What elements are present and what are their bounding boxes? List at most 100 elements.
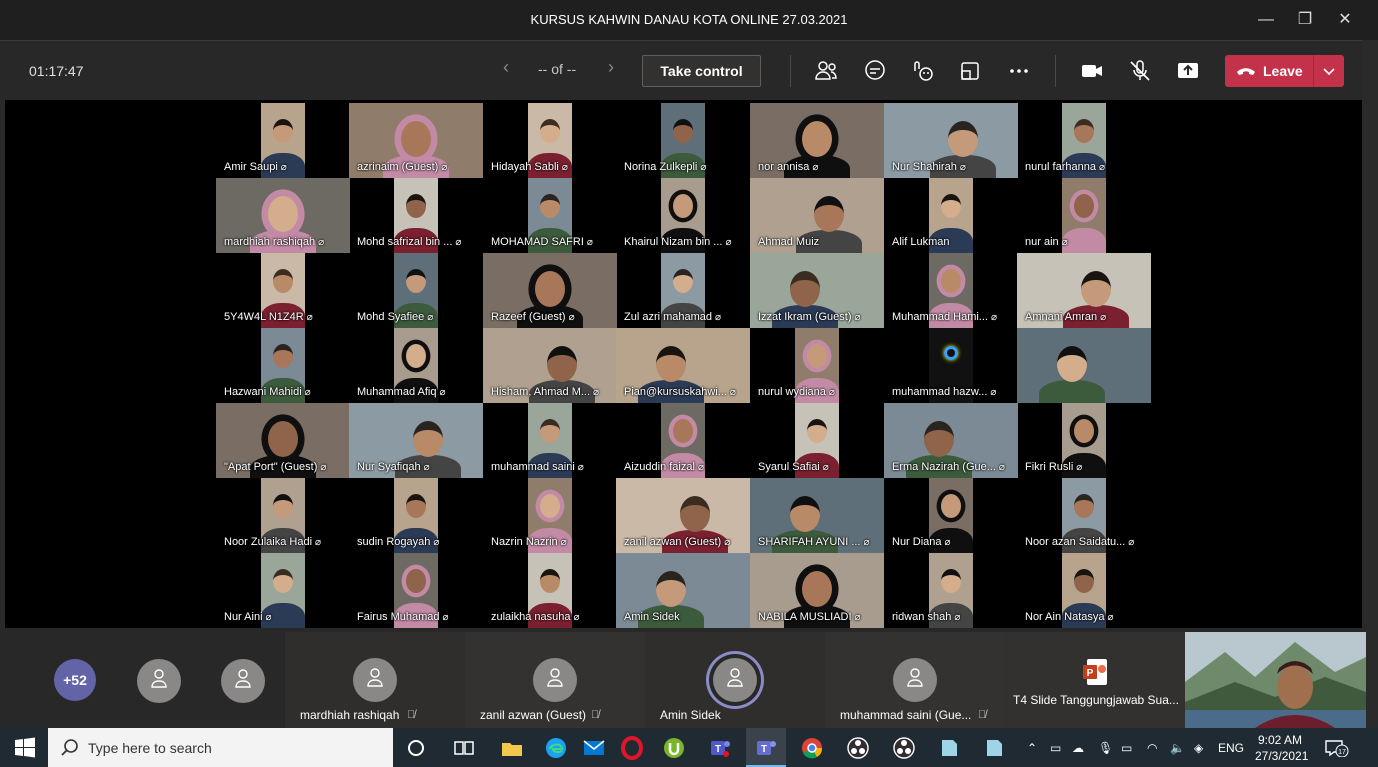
close-button[interactable]: ✕ xyxy=(1333,8,1357,32)
participant-tile[interactable]: mardhiah rashiqah 🎙̸ xyxy=(285,632,465,728)
video-tile[interactable]: Hidayah Sabli ⌀ xyxy=(483,103,617,178)
video-tile[interactable]: Nur Aini ⌀ xyxy=(216,553,350,628)
reactions-icon[interactable] xyxy=(909,57,937,85)
video-tile[interactable]: Nur Diana ⌀ xyxy=(884,478,1018,553)
obs-icon-2[interactable] xyxy=(892,736,916,760)
leave-button[interactable]: Leave xyxy=(1225,55,1344,87)
opera-icon[interactable] xyxy=(620,736,644,760)
video-tile[interactable]: Zul azri mahamad ⌀ xyxy=(616,253,750,328)
show-hidden-icons[interactable]: ⌃ xyxy=(1027,741,1037,755)
participant-tile[interactable]: zanil azwan (Guest) 🎙̸ xyxy=(465,632,645,728)
video-tile[interactable]: Mohd Syafiee ⌀ xyxy=(349,253,483,328)
video-tile[interactable]: zulaikha nasuha ⌀ xyxy=(483,553,617,628)
video-tile[interactable]: nurul wydiana ⌀ xyxy=(750,328,884,403)
taskbar-search[interactable]: Type here to search xyxy=(48,728,393,767)
video-tile[interactable]: Khairul Nizam bin ... ⌀ xyxy=(616,178,750,253)
video-tile[interactable]: Izzat Ikram (Guest) ⌀ xyxy=(750,253,884,328)
video-tile[interactable]: Muhammad Hami... ⌀ xyxy=(884,253,1018,328)
participant-tile[interactable]: Amin Sidek xyxy=(645,632,825,728)
video-tile[interactable]: nor annisa ⌀ xyxy=(750,103,884,178)
teams-icon[interactable]: T xyxy=(708,736,732,760)
more-participants-button[interactable]: +52 xyxy=(54,659,96,701)
video-tile[interactable]: Erma Nazirah (Gue... ⌀ xyxy=(884,403,1018,478)
video-tile[interactable]: Muhammad Afiq ⌀ xyxy=(349,328,483,403)
microphone-icon[interactable]: 🎙 xyxy=(1098,741,1113,755)
maximize-button[interactable]: ❐ xyxy=(1293,8,1317,32)
prev-page-button[interactable]: ‹ xyxy=(503,57,509,78)
utorrent-icon[interactable] xyxy=(662,736,686,760)
notification-center-icon[interactable]: 17 xyxy=(1323,739,1349,757)
video-tile[interactable]: Norina Zulkepli ⌀ xyxy=(616,103,750,178)
more-actions-icon[interactable] xyxy=(1005,57,1033,85)
video-tile[interactable]: Nazrin Nazrin ⌀ xyxy=(483,478,617,553)
video-tile[interactable]: muhammad saini ⌀ xyxy=(483,403,617,478)
video-tile[interactable]: 5Y4W4L N1Z4R ⌀ xyxy=(216,253,350,328)
video-tile[interactable]: Nur Shahirah ⌀ xyxy=(884,103,1018,178)
video-tile[interactable]: ridwan shah ⌀ xyxy=(884,553,1018,628)
next-page-button[interactable]: › xyxy=(608,57,614,78)
video-tile[interactable]: Syarul Safiai ⌀ xyxy=(750,403,884,478)
video-tile[interactable] xyxy=(1017,328,1151,403)
battery-icon[interactable]: ▭ xyxy=(1121,741,1132,755)
video-tile[interactable]: Alif Lukman xyxy=(884,178,1018,253)
video-tile[interactable]: NABILA MUSLIADI ⌀ xyxy=(750,553,884,628)
onedrive-icon[interactable]: ☁ xyxy=(1072,741,1084,755)
video-tile[interactable]: Mohd safrizal bin ... ⌀ xyxy=(349,178,483,253)
video-tile[interactable]: Nor Ain Natasya ⌀ xyxy=(1017,553,1151,628)
camera-icon[interactable] xyxy=(1078,57,1106,85)
shared-file-card[interactable]: P T4 Slide Tanggungjawab Sua... xyxy=(1005,632,1185,728)
wifi-icon[interactable]: ◠ xyxy=(1147,741,1157,755)
video-tile[interactable]: Hazwani Mahidi ⌀ xyxy=(216,328,350,403)
video-tile[interactable]: MOHAMAD SAFRI ⌀ xyxy=(483,178,617,253)
take-control-button[interactable]: Take control xyxy=(642,55,761,87)
edge-browser-icon[interactable] xyxy=(544,736,568,760)
cortana-icon[interactable] xyxy=(404,736,428,760)
video-tile[interactable]: Noor Zulaika Hadi ⌀ xyxy=(216,478,350,553)
taskbar-clock[interactable]: 9:02 AM 27/3/2021 xyxy=(1255,732,1308,764)
video-tile[interactable]: Fairus Muhamad ⌀ xyxy=(349,553,483,628)
video-tile[interactable]: Nur Syafiqah ⌀ xyxy=(349,403,483,478)
volume-icon[interactable]: 🔈 xyxy=(1170,741,1185,755)
document-app-icon[interactable] xyxy=(937,736,961,760)
video-tile[interactable]: zanil azwan (Guest) ⌀ xyxy=(616,478,750,553)
task-view-icon[interactable] xyxy=(452,736,476,760)
avatar[interactable] xyxy=(221,659,265,703)
video-tile[interactable]: Fikri Rusli ⌀ xyxy=(1017,403,1151,478)
video-tile[interactable]: muhammad hazw... ⌀ xyxy=(884,328,1018,403)
video-tile[interactable]: Hisham, Ahmad M... ⌀ xyxy=(483,328,617,403)
chevron-down-icon[interactable] xyxy=(1321,62,1337,80)
video-tile[interactable]: Ahmad Muiz xyxy=(750,178,884,253)
video-tile[interactable]: Amnani Amran ⌀ xyxy=(1017,253,1151,328)
language-indicator[interactable]: ENG xyxy=(1218,741,1244,755)
mic-muted-icon[interactable] xyxy=(1126,57,1154,85)
video-tile[interactable]: Amir Saupi ⌀ xyxy=(216,103,350,178)
share-screen-icon[interactable] xyxy=(1174,57,1202,85)
video-tile[interactable]: sudin Rogayah ⌀ xyxy=(349,478,483,553)
video-tile[interactable]: azrinaim (Guest) ⌀ xyxy=(349,103,483,178)
participant-tile[interactable]: muhammad saini (Gue... 🎙̸ xyxy=(825,632,1005,728)
windows-start-icon[interactable] xyxy=(13,736,37,760)
mail-icon[interactable] xyxy=(582,736,606,760)
video-tile[interactable]: nurul farhanna ⌀ xyxy=(1017,103,1151,178)
chrome-icon[interactable] xyxy=(800,736,824,760)
video-tile[interactable]: Amin Sidek xyxy=(616,553,750,628)
file-explorer-icon[interactable] xyxy=(500,736,524,760)
participants-icon[interactable] xyxy=(812,57,840,85)
chat-icon[interactable] xyxy=(861,57,889,85)
obs-icon[interactable] xyxy=(846,736,870,760)
video-tile[interactable]: mardhiah rashiqah ⌀ xyxy=(216,178,350,253)
minimize-button[interactable]: — xyxy=(1254,8,1278,32)
document-app-icon-2[interactable] xyxy=(982,736,1006,760)
meet-now-icon[interactable]: ▭ xyxy=(1050,741,1061,755)
video-tile[interactable]: Pian@kursuskahwi... ⌀ xyxy=(616,328,750,403)
self-view-video[interactable] xyxy=(1185,632,1366,728)
video-tile[interactable]: SHARIFAH AYUNI ... ⌀ xyxy=(750,478,884,553)
video-tile[interactable]: "Apat Port" (Guest) ⌀ xyxy=(216,403,350,478)
video-tile[interactable]: Razeef (Guest) ⌀ xyxy=(483,253,617,328)
dropbox-icon[interactable]: ◈ xyxy=(1194,741,1203,755)
video-tile[interactable]: Noor azan Saidatu... ⌀ xyxy=(1017,478,1151,553)
avatar[interactable] xyxy=(137,659,181,703)
video-tile[interactable]: nur ain ⌀ xyxy=(1017,178,1151,253)
video-tile[interactable]: Aizuddin faizal ⌀ xyxy=(616,403,750,478)
share-tray-icon[interactable] xyxy=(956,57,984,85)
